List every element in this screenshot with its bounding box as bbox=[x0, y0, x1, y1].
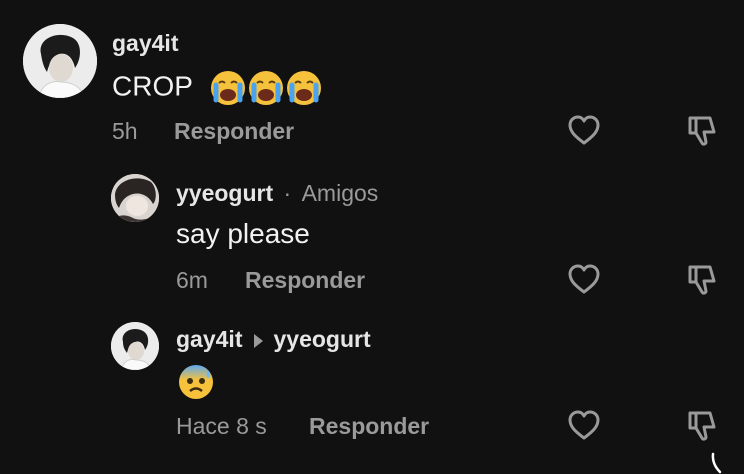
thumbs-down-icon[interactable] bbox=[684, 112, 720, 148]
comment-username: yyeogurt · Amigos bbox=[176, 180, 378, 207]
reply-button[interactable]: Responder bbox=[174, 118, 294, 145]
loudly-crying-face-icon bbox=[248, 70, 284, 106]
reply-arrow-icon bbox=[254, 333, 264, 348]
comment-timestamp: 5h bbox=[112, 118, 138, 144]
reply-button[interactable]: Responder bbox=[245, 267, 365, 294]
heart-icon[interactable] bbox=[566, 407, 602, 443]
comment-text: say please bbox=[176, 218, 310, 249]
username-link[interactable]: yyeogurt bbox=[176, 180, 273, 206]
avatar[interactable] bbox=[111, 322, 159, 370]
anxious-face-with-sweat-icon bbox=[178, 364, 214, 400]
thumbs-down-icon[interactable] bbox=[684, 407, 720, 443]
thumbs-down-icon[interactable] bbox=[684, 261, 720, 297]
comment-username[interactable]: gay4it bbox=[112, 30, 178, 57]
comment-timestamp: 6m bbox=[176, 267, 208, 293]
scroll-indicator bbox=[710, 452, 722, 474]
avatar[interactable] bbox=[23, 24, 97, 98]
heart-icon[interactable] bbox=[566, 112, 602, 148]
comment-text bbox=[178, 364, 214, 400]
reply-button[interactable]: Responder bbox=[309, 413, 429, 440]
reply-to-username[interactable]: yyeogurt bbox=[273, 326, 370, 352]
loudly-crying-face-icon bbox=[210, 70, 246, 106]
friends-badge: Amigos bbox=[301, 180, 379, 206]
loudly-crying-face-icon bbox=[286, 70, 322, 106]
heart-icon[interactable] bbox=[566, 261, 602, 297]
comment-body: CROP bbox=[112, 70, 193, 102]
username-link[interactable]: gay4it bbox=[176, 326, 242, 352]
badge-separator: · bbox=[283, 180, 292, 206]
comment-username: gay4it yyeogurt bbox=[176, 326, 371, 353]
comment-text: CROP bbox=[112, 70, 322, 106]
comment-timestamp: Hace 8 s bbox=[176, 413, 267, 439]
avatar[interactable] bbox=[111, 174, 159, 222]
